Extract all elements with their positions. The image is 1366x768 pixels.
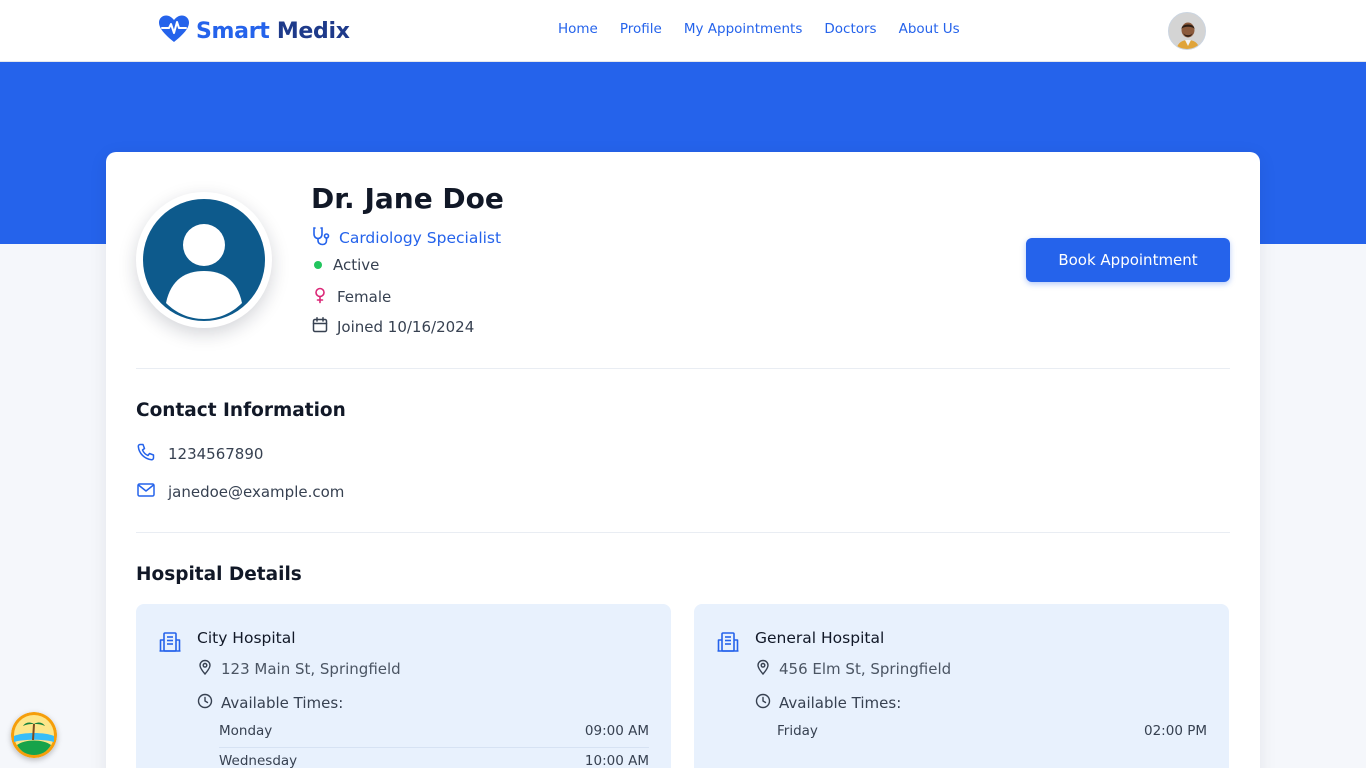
phone-value: 1234567890 bbox=[168, 445, 264, 463]
mail-icon bbox=[136, 480, 156, 504]
doctor-specialty: Cardiology Specialist bbox=[311, 226, 501, 250]
floating-helper-button[interactable] bbox=[11, 712, 57, 758]
time-row: Friday 02:00 PM bbox=[777, 718, 1207, 748]
doctor-avatar bbox=[136, 192, 272, 328]
brand-logo[interactable]: Smart Medix bbox=[158, 14, 350, 48]
joined-label: Joined 10/16/2024 bbox=[337, 318, 475, 336]
top-navbar: Smart Medix Home Profile My Appointments… bbox=[0, 0, 1366, 62]
doctor-joined-date: Joined 10/16/2024 bbox=[311, 316, 474, 338]
hospital-card: City Hospital 123 Main St, Springfield A… bbox=[136, 604, 671, 768]
nav-link-profile[interactable]: Profile bbox=[620, 21, 662, 37]
time-row: Wednesday 10:00 AM bbox=[219, 748, 649, 768]
brand-name: Smart Medix bbox=[196, 18, 350, 44]
time-value: 10:00 AM bbox=[584, 753, 649, 768]
status-dot-icon bbox=[314, 261, 322, 269]
map-pin-icon bbox=[755, 659, 771, 679]
nav-link-home[interactable]: Home bbox=[558, 21, 598, 37]
doctor-name: Dr. Jane Doe bbox=[311, 182, 504, 215]
hospital-address: 456 Elm St, Springfield bbox=[755, 659, 951, 679]
hospital-building-icon bbox=[158, 630, 182, 658]
hospital-name: General Hospital bbox=[755, 629, 885, 647]
time-value: 02:00 PM bbox=[1144, 723, 1207, 739]
contact-phone: 1234567890 bbox=[136, 442, 263, 466]
heart-pulse-icon bbox=[158, 14, 190, 48]
hospital-section-title: Hospital Details bbox=[136, 564, 302, 585]
available-times-label: Available Times: bbox=[197, 693, 343, 713]
clock-icon bbox=[755, 693, 771, 713]
section-divider bbox=[136, 532, 1230, 533]
address-text: 123 Main St, Springfield bbox=[221, 660, 401, 678]
specialty-label: Cardiology Specialist bbox=[339, 229, 502, 247]
gender-label: Female bbox=[337, 288, 392, 306]
doctor-gender: Female bbox=[311, 286, 391, 308]
times-label-text: Available Times: bbox=[221, 694, 344, 712]
status-label: Active bbox=[333, 256, 380, 274]
nav-link-doctors[interactable]: Doctors bbox=[824, 21, 876, 37]
time-day: Wednesday bbox=[219, 753, 298, 768]
user-placeholder-icon bbox=[143, 199, 265, 321]
email-value: janedoe@example.com bbox=[168, 483, 345, 501]
calendar-icon bbox=[311, 316, 329, 338]
island-icon bbox=[11, 712, 57, 758]
nav-link-my-appointments[interactable]: My Appointments bbox=[684, 21, 803, 37]
book-appointment-button[interactable]: Book Appointment bbox=[1026, 238, 1230, 282]
time-list: Monday 09:00 AM Wednesday 10:00 AM bbox=[219, 718, 649, 768]
hospital-address: 123 Main St, Springfield bbox=[197, 659, 401, 679]
time-row: Monday 09:00 AM bbox=[219, 718, 649, 748]
female-icon bbox=[311, 286, 329, 308]
address-text: 456 Elm St, Springfield bbox=[779, 660, 952, 678]
nav-link-about-us[interactable]: About Us bbox=[899, 21, 960, 37]
hospital-name: City Hospital bbox=[197, 629, 296, 647]
hospital-building-icon bbox=[716, 630, 740, 658]
section-divider bbox=[136, 368, 1230, 369]
doctor-status: Active bbox=[311, 256, 379, 274]
contact-email: janedoe@example.com bbox=[136, 480, 344, 504]
clock-icon bbox=[197, 693, 213, 713]
hospital-card: General Hospital 456 Elm St, Springfield… bbox=[694, 604, 1229, 768]
phone-icon bbox=[136, 442, 156, 466]
times-label-text: Available Times: bbox=[779, 694, 902, 712]
stethoscope-icon bbox=[311, 226, 331, 250]
time-list: Friday 02:00 PM bbox=[777, 718, 1207, 748]
nav-links: Home Profile My Appointments Doctors Abo… bbox=[558, 21, 960, 37]
map-pin-icon bbox=[197, 659, 213, 679]
time-day: Friday bbox=[777, 723, 818, 739]
time-value: 09:00 AM bbox=[584, 723, 649, 739]
contact-section-title: Contact Information bbox=[136, 400, 346, 421]
doctor-profile-card: Dr. Jane Doe Cardiology Specialist Activ… bbox=[106, 152, 1260, 768]
available-times-label: Available Times: bbox=[755, 693, 901, 713]
user-avatar[interactable] bbox=[1168, 12, 1206, 50]
time-day: Monday bbox=[219, 723, 273, 739]
